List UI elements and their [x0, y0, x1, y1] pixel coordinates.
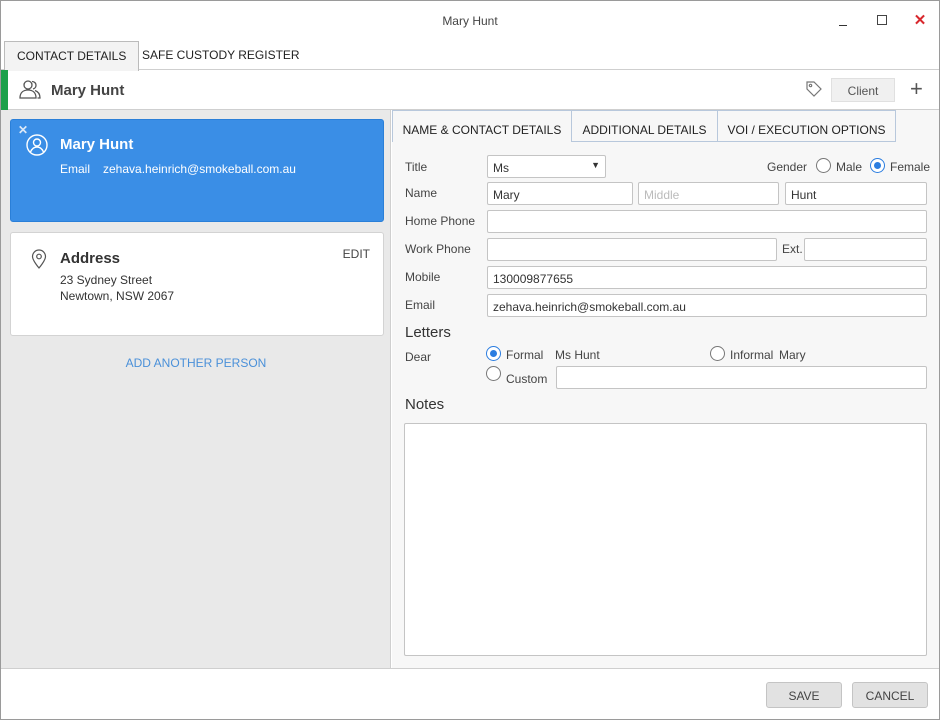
cancel-button[interactable]: CANCEL: [852, 682, 928, 708]
home-phone-label: Home Phone: [405, 214, 476, 228]
letters-heading: Letters: [405, 324, 451, 341]
gender-male-radio[interactable]: [816, 158, 831, 173]
ext-field[interactable]: [804, 238, 927, 261]
person-card-email-label: Email: [60, 162, 91, 176]
tag-icon[interactable]: [805, 80, 823, 101]
title-select[interactable]: Ms ▼: [487, 155, 606, 178]
user-circle-icon: [26, 134, 48, 159]
informal-radio[interactable]: [710, 346, 725, 361]
title-bar: Mary Hunt ✕: [1, 1, 939, 39]
details-panel: NAME & CONTACT DETAILS ADDITIONAL DETAIL…: [392, 110, 939, 668]
window-title: Mary Hunt: [442, 14, 498, 28]
address-card: Address EDIT 23 Sydney Street Newtown, N…: [10, 232, 384, 336]
minimize-icon[interactable]: [828, 7, 858, 33]
dear-label: Dear: [405, 350, 432, 364]
tab-name-contact-details[interactable]: NAME & CONTACT DETAILS: [392, 110, 572, 142]
footer-bar: SAVE CANCEL: [1, 668, 939, 719]
mobile-label: Mobile: [405, 270, 441, 284]
formal-salutation: Ms Hunt: [555, 348, 600, 362]
notes-textarea[interactable]: [404, 423, 927, 656]
address-line-2: Newtown, NSW 2067: [60, 289, 175, 303]
contact-window: Mary Hunt ✕ CONTACT DETAILS SAFE CUSTODY…: [0, 0, 940, 720]
details-tab-bar: NAME & CONTACT DETAILS ADDITIONAL DETAIL…: [392, 110, 939, 142]
work-phone-label: Work Phone: [405, 242, 471, 256]
formal-label: Formal: [506, 348, 544, 362]
gender-male-label: Male: [836, 160, 863, 174]
mobile-field[interactable]: 130009877655: [487, 266, 927, 289]
name-label: Name: [405, 186, 438, 200]
tab-voi-execution-options[interactable]: VOI / EXECUTION OPTIONS: [718, 110, 896, 142]
close-icon[interactable]: ✕: [905, 7, 935, 33]
contact-header: Mary Hunt Client +: [1, 70, 939, 110]
map-pin-icon: [31, 249, 47, 272]
person-card-email: zehava.heinrich@smokeball.com.au: [103, 162, 296, 176]
last-name-field[interactable]: Hunt: [785, 182, 927, 205]
address-edit-button[interactable]: EDIT: [343, 247, 370, 261]
tab-additional-details[interactable]: ADDITIONAL DETAILS: [572, 110, 718, 142]
role-client-button[interactable]: Client: [831, 78, 895, 102]
notes-heading: Notes: [405, 396, 445, 413]
person-card-name: Mary Hunt: [60, 136, 134, 153]
custom-radio[interactable]: [486, 366, 501, 381]
email-field[interactable]: zehava.heinrich@smokeball.com.au: [487, 294, 927, 317]
tab-safe-custody-register[interactable]: SAFE CUSTODY REGISTER: [130, 41, 312, 70]
title-label: Title: [405, 160, 428, 174]
top-tab-bar: CONTACT DETAILS SAFE CUSTODY REGISTER: [1, 39, 939, 71]
formal-radio[interactable]: [486, 346, 501, 361]
middle-name-field[interactable]: Middle: [638, 182, 779, 205]
maximize-icon[interactable]: [867, 7, 897, 33]
email-label: Email: [405, 298, 436, 312]
address-title: Address: [60, 250, 121, 267]
custom-label: Custom: [506, 372, 548, 386]
home-phone-field[interactable]: [487, 210, 927, 233]
person-card[interactable]: ✕ Mary Hunt Email zehava.heinrich@smokeb…: [10, 119, 384, 222]
work-phone-field[interactable]: [487, 238, 777, 261]
person-list-panel: ✕ Mary Hunt Email zehava.heinrich@smokeb…: [1, 110, 391, 668]
gender-female-label: Female: [890, 160, 931, 174]
add-role-icon[interactable]: +: [910, 78, 923, 100]
role-color-strip: [1, 70, 8, 110]
first-name-field[interactable]: Mary: [487, 182, 633, 205]
gender-label: Gender: [767, 160, 808, 174]
custom-salutation-field[interactable]: [556, 366, 927, 389]
save-button[interactable]: SAVE: [766, 682, 842, 708]
title-select-value: Ms: [493, 161, 509, 175]
people-icon: [19, 79, 41, 102]
tab-contact-details[interactable]: CONTACT DETAILS: [4, 41, 140, 71]
gender-female-radio[interactable]: [870, 158, 885, 173]
add-another-person-link[interactable]: ADD ANOTHER PERSON: [1, 356, 391, 370]
informal-label: Informal: [730, 348, 774, 362]
contact-name-heading: Mary Hunt: [51, 82, 125, 99]
address-line-1: 23 Sydney Street: [60, 273, 153, 287]
informal-salutation: Mary: [779, 348, 806, 362]
ext-label: Ext.: [782, 242, 803, 256]
chevron-down-icon: ▼: [591, 160, 600, 170]
